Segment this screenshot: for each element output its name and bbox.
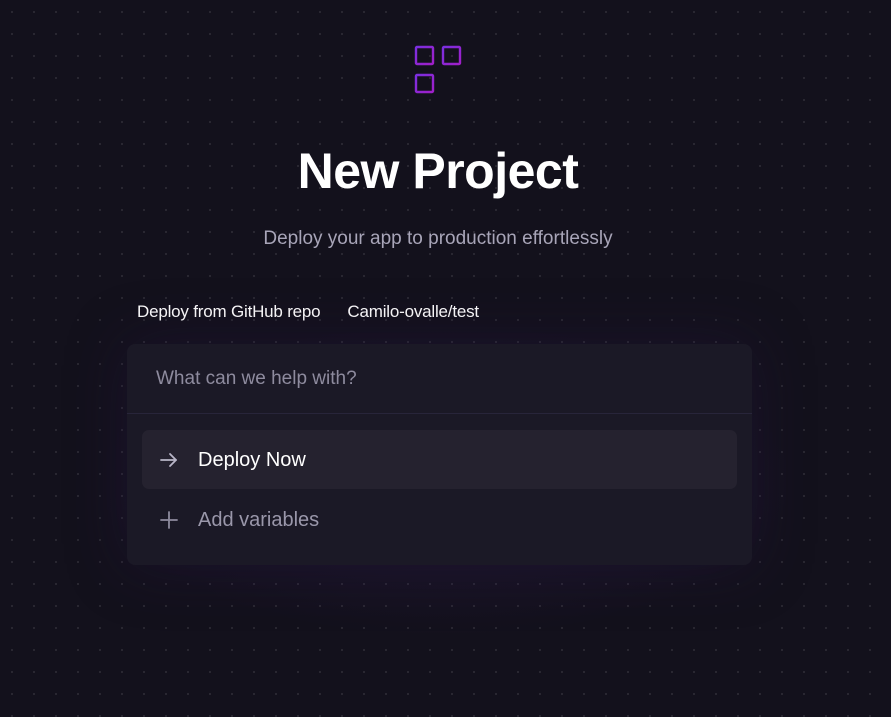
deploy-now-option[interactable]: Deploy Now — [142, 430, 737, 489]
breadcrumb: Deploy from GitHub repo Camilo-ovalle/te… — [137, 300, 479, 324]
page-subtitle: Deploy your app to production effortless… — [263, 228, 613, 249]
breadcrumb-item-source[interactable]: Deploy from GitHub repo — [137, 302, 321, 322]
plus-icon — [158, 509, 180, 531]
breadcrumb-item-repo[interactable]: Camilo-ovalle/test — [347, 302, 479, 322]
deploy-now-label: Deploy Now — [198, 448, 306, 471]
add-variables-label: Add variables — [198, 508, 320, 531]
page-title: New Project — [297, 143, 579, 199]
prompt-input[interactable] — [127, 344, 752, 414]
grid-plus-icon — [414, 45, 462, 94]
add-variables-option[interactable]: Add variables — [142, 490, 737, 549]
arrow-right-icon — [158, 449, 180, 471]
command-card: Deploy Now Add variables — [127, 344, 752, 565]
